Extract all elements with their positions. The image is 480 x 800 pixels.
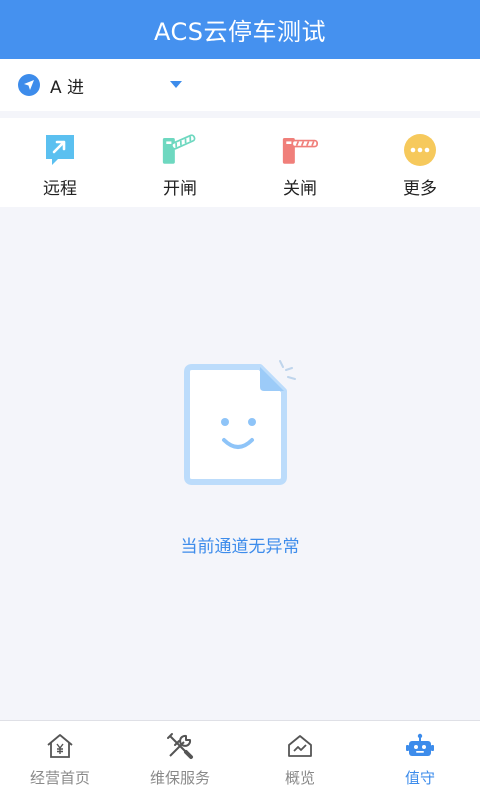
- home-yuan-icon: [45, 731, 75, 761]
- empty-state-text: 当前通道无异常: [180, 537, 300, 557]
- tab-overview[interactable]: 概览: [240, 721, 360, 800]
- open-gate-button[interactable]: 开闸: [120, 118, 240, 207]
- tab-business-home-label: 经营首页: [29, 769, 90, 787]
- tab-business-home[interactable]: 经营首页: [0, 721, 120, 800]
- robot-icon: [405, 731, 435, 761]
- tab-overview-label: 概览: [284, 769, 315, 787]
- more-label: 更多: [403, 179, 437, 199]
- close-gate-button[interactable]: 关闸: [240, 118, 360, 207]
- more-button[interactable]: 更多: [360, 118, 480, 207]
- remote-button[interactable]: 远程: [0, 118, 120, 207]
- close-gate-label: 关闸: [283, 179, 317, 199]
- remote-label: 远程: [43, 179, 77, 199]
- more-icon: [402, 132, 438, 168]
- location-arrow-icon: [18, 74, 40, 96]
- empty-state: 当前通道无异常: [0, 360, 480, 557]
- page-title: ACS云停车测试: [154, 18, 326, 46]
- remote-icon: [42, 132, 78, 168]
- tab-maintenance-label: 维保服务: [149, 769, 210, 787]
- open-gate-icon: [162, 132, 198, 168]
- bottom-tab-bar: 经营首页 维保服务 概览 值守: [0, 720, 480, 800]
- open-gate-label: 开闸: [163, 179, 197, 199]
- tools-icon: [165, 731, 195, 761]
- quick-actions: 远程 开闸 关闸 更多: [0, 118, 480, 207]
- tab-maintenance[interactable]: 维保服务: [120, 721, 240, 800]
- app-header: ACS云停车测试: [0, 0, 480, 59]
- tab-on-duty-label: 值守: [404, 769, 435, 787]
- tab-on-duty[interactable]: 值守: [360, 721, 480, 800]
- lane-selector[interactable]: A 进: [0, 59, 480, 111]
- lane-name: A 进: [50, 77, 85, 98]
- overview-icon: [285, 731, 315, 761]
- close-gate-icon: [282, 132, 318, 168]
- caret-down-icon[interactable]: [170, 81, 182, 88]
- empty-document-icon: [180, 360, 300, 494]
